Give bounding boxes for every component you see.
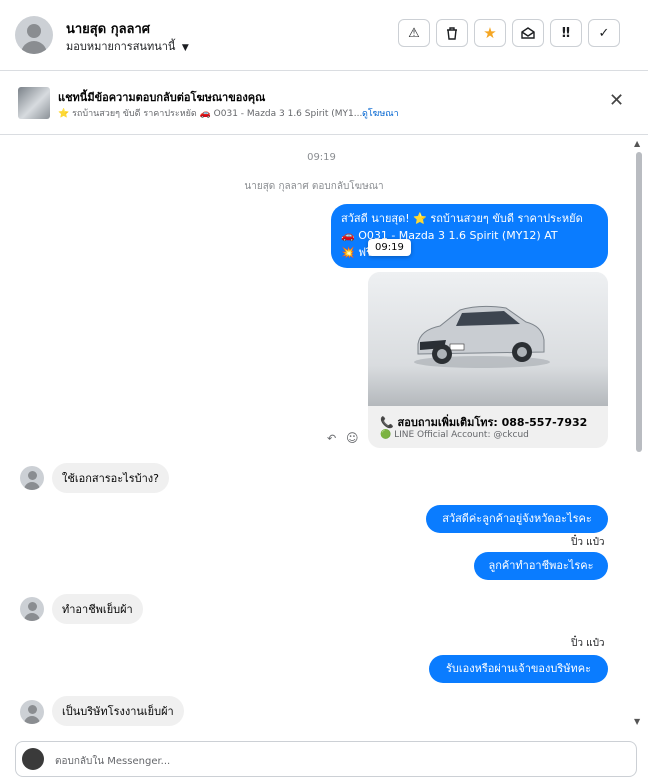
trash-icon <box>447 26 457 40</box>
contact-avatar-small <box>20 466 44 490</box>
ad-reply-note: นายสุด กุลลาศ ตอบกลับโฆษณา <box>244 181 384 192</box>
ad-banner-title: แชทนี้มีข้อความตอบกลับต่อโฆษณาของคุณ <box>58 91 266 104</box>
page-avatar <box>22 748 44 770</box>
car-image <box>414 305 550 368</box>
ad-card-line: 🟢 LINE Official Account: @ckcud <box>380 430 529 440</box>
sender-name: ปิ๋ว แป๋ว <box>571 638 605 649</box>
reply-input-placeholder[interactable]: ตอบกลับใน Messenger... <box>55 754 170 769</box>
sender-name: ปิ๋ว แป๋ว <box>571 537 605 548</box>
contact-avatar[interactable] <box>15 16 53 54</box>
ad-image-card[interactable]: 📞 สอบถามเพิ่มเติมโทร: 088-557-7932 🟢 LIN… <box>368 272 608 448</box>
header-divider <box>0 70 648 71</box>
follow-up-button[interactable]: ‼ <box>550 19 582 47</box>
incoming-message: ใช้เอกสารอะไรบ้าง? <box>52 463 169 493</box>
ad-message-line: สวัสดี นายสุด! ⭐ รถบ้านสวยๆ ขับดี ราคาปร… <box>341 212 583 225</box>
outgoing-message: ลูกค้าทำอาชีพอะไรคะ <box>474 552 608 580</box>
ad-card-phone: 📞 สอบถามเพิ่มเติมโทร: 088-557-7932 <box>380 416 588 429</box>
ad-banner-subtitle: ⭐ รถบ้านสวยๆ ขับดี ราคาประหยัด 🚗 O031 - … <box>58 109 363 119</box>
assign-conversation-dropdown[interactable]: มอบหมายการสนทนานี้ ▼ <box>66 37 189 55</box>
outgoing-ad-message: สวัสดี นายสุด! ⭐ รถบ้านสวยๆ ขับดี ราคาปร… <box>331 204 608 268</box>
outgoing-message: สวัสดีค่ะลูกค้าอยู่จังหวัดอะไรคะ <box>426 505 608 533</box>
check-icon: ✓ <box>598 25 610 41</box>
ad-thumbnail <box>18 87 50 119</box>
mark-spam-button[interactable]: ⚠ <box>398 19 430 47</box>
priority-icon: ‼ <box>561 25 571 41</box>
outgoing-message: รับเองหรือผ่านเจ้าของบริษัทคะ <box>429 655 608 683</box>
banner-divider <box>0 134 648 135</box>
message-timestamp: 09:19 <box>307 152 336 163</box>
car-photo <box>368 272 608 406</box>
star-button[interactable]: ★ <box>474 19 506 47</box>
scroll-up-arrow[interactable]: ▲ <box>634 139 640 148</box>
incoming-message: ทำอาชีพเย็บผ้า <box>52 594 143 624</box>
contact-avatar-small <box>20 700 44 724</box>
close-icon[interactable]: ✕ <box>609 92 624 110</box>
time-tooltip: 09:19 <box>368 239 411 256</box>
view-ad-link[interactable]: ดูโฆษณา <box>362 106 399 120</box>
mark-unread-button[interactable] <box>512 19 544 47</box>
scrollbar-thumb[interactable] <box>636 152 642 452</box>
react-emoji-icon[interactable]: ☺ <box>346 431 359 445</box>
incoming-message: เป็นบริษัทโรงงานเย็บผ้า <box>52 696 184 726</box>
contact-name[interactable]: นายสุด กุลลาศ <box>66 18 150 39</box>
scroll-down-arrow[interactable]: ▼ <box>634 717 640 726</box>
delete-button[interactable] <box>436 19 468 47</box>
reply-icon[interactable]: ↶ <box>327 432 336 445</box>
warning-icon: ⚠ <box>408 25 420 41</box>
star-icon: ★ <box>483 24 497 42</box>
assign-label: มอบหมายการสนทนานี้ <box>66 40 176 53</box>
mark-done-button[interactable]: ✓ <box>588 19 620 47</box>
contact-avatar-small <box>20 597 44 621</box>
envelope-open-icon <box>521 27 535 39</box>
caret-down-icon: ▼ <box>181 43 189 53</box>
